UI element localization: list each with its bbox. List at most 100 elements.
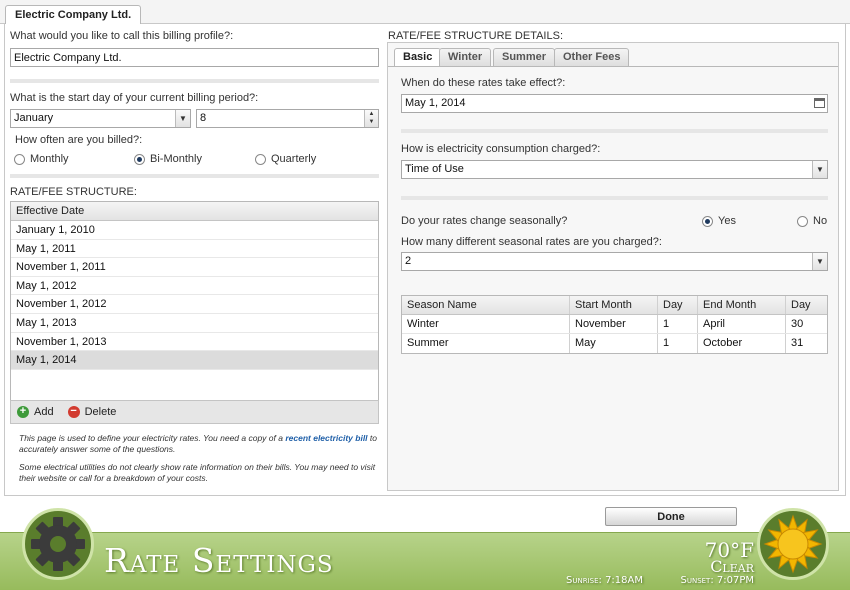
- table-cell: Summer: [402, 334, 570, 353]
- chevron-up-icon[interactable]: ▲: [365, 110, 378, 118]
- help-text: This page is used to define your electri…: [19, 433, 286, 443]
- chevron-down-icon[interactable]: ▼: [812, 253, 827, 270]
- chevron-down-icon[interactable]: ▼: [365, 118, 378, 126]
- gear-badge: [22, 508, 94, 580]
- start-day-label: What is the start day of your current bi…: [10, 92, 259, 104]
- sunrise-time: Sunrise: 7:18AM: [566, 575, 643, 586]
- list-item[interactable]: November 1, 2013: [11, 333, 378, 352]
- list-header[interactable]: Effective Date: [11, 202, 378, 221]
- list-item[interactable]: November 1, 2011: [11, 258, 378, 277]
- delete-icon: −: [67, 406, 80, 418]
- gear-icon: [31, 517, 85, 571]
- tab-underline: [388, 66, 838, 67]
- radio-label: No: [813, 215, 828, 227]
- radio-label: Bi-Monthly: [150, 153, 202, 165]
- page-title: Rate Settings: [104, 541, 334, 580]
- separator: [10, 79, 379, 83]
- radio-label: Monthly: [30, 153, 69, 165]
- column-header[interactable]: Day: [786, 296, 827, 314]
- table-cell: Winter: [402, 315, 570, 333]
- add-button[interactable]: + Add: [17, 406, 54, 418]
- stepper-buttons[interactable]: ▲ ▼: [364, 110, 378, 127]
- table-cell: 31: [791, 337, 804, 349]
- effective-date-list[interactable]: Effective Date January 1, 2010 May 1, 201…: [10, 201, 379, 423]
- main-panel: What would you like to call this billing…: [4, 24, 846, 496]
- billing-frequency-label: How often are you billed?:: [15, 134, 143, 146]
- done-button[interactable]: Done: [605, 507, 737, 526]
- effect-date-input[interactable]: May 1, 2014: [401, 94, 828, 113]
- consumption-value: Time of Use: [405, 163, 464, 175]
- list-toolbar: + Add − Delete: [10, 400, 379, 424]
- tab-basic[interactable]: Basic: [394, 48, 442, 67]
- delete-button[interactable]: − Delete: [67, 406, 117, 418]
- profile-name-label: What would you like to call this billing…: [10, 30, 234, 42]
- consumption-select[interactable]: Time of Use ▼: [401, 160, 828, 179]
- table-cell: May: [570, 334, 658, 353]
- column-header[interactable]: Season Name: [402, 296, 570, 314]
- effect-date-label: When do these rates take effect?:: [401, 77, 566, 89]
- radio-dot[interactable]: [14, 153, 25, 165]
- delete-label: Delete: [84, 406, 117, 418]
- tab-winter[interactable]: Winter: [439, 48, 492, 67]
- table-row[interactable]: Summer May 1 October 31: [402, 334, 827, 353]
- calendar-icon[interactable]: [814, 98, 825, 108]
- start-month-select[interactable]: January ▼: [10, 109, 191, 128]
- table-cell: October: [698, 334, 786, 353]
- list-item[interactable]: May 1, 2011: [11, 240, 378, 259]
- tab-summer[interactable]: Summer: [493, 48, 556, 67]
- chevron-down-icon[interactable]: ▼: [812, 161, 827, 178]
- table-header-row: Season Name Start Month Day End Month Da…: [402, 296, 827, 315]
- seasonal-count-value: 2: [405, 255, 412, 267]
- chevron-down-icon[interactable]: ▼: [175, 110, 190, 127]
- list-body: January 1, 2010 May 1, 2011 November 1, 20…: [11, 221, 378, 370]
- list-item[interactable]: January 1, 2010: [11, 221, 378, 240]
- radio-quarterly[interactable]: Quarterly: [255, 153, 316, 165]
- help-note: This page is used to define your electri…: [19, 433, 377, 454]
- radio-dot[interactable]: [797, 215, 808, 227]
- seasonal-label: Do your rates change seasonally?: [401, 215, 568, 227]
- radio-monthly[interactable]: Monthly: [14, 153, 69, 165]
- radio-dot[interactable]: [702, 215, 713, 227]
- recent-bill-link[interactable]: recent electricity bill: [285, 433, 367, 443]
- help-note-2: Some electrical utilities do not clearly…: [19, 462, 376, 483]
- radio-seasonal-yes[interactable]: Yes: [702, 215, 736, 227]
- list-item[interactable]: May 1, 2014: [11, 351, 378, 370]
- column-header[interactable]: Day: [658, 296, 698, 314]
- add-icon: +: [17, 406, 29, 418]
- rate-structure-heading: RATE/FEE STRUCTURE:: [10, 186, 137, 198]
- column-header[interactable]: End Month: [698, 296, 786, 314]
- start-month-value: January: [14, 112, 54, 124]
- radio-dot[interactable]: [255, 153, 266, 165]
- start-day-value: 8: [200, 112, 207, 124]
- consumption-label: How is electricity consumption charged?:: [401, 143, 601, 155]
- radio-bi-monthly[interactable]: Bi-Monthly: [134, 153, 202, 165]
- sun-icon: [763, 514, 823, 574]
- tab-billing-profile[interactable]: Electric Company Ltd.: [5, 5, 142, 25]
- table-cell: 30: [791, 318, 804, 330]
- add-label: Add: [34, 406, 54, 418]
- table-cell: 1: [658, 334, 698, 353]
- radio-dot[interactable]: [134, 153, 145, 165]
- start-day-stepper[interactable]: 8 ▲ ▼: [196, 109, 379, 128]
- list-item[interactable]: May 1, 2013: [11, 314, 378, 333]
- radio-label: Yes: [718, 215, 736, 227]
- tab-strip: Electric Company Ltd.: [0, 0, 850, 25]
- radio-seasonal-no[interactable]: No: [797, 215, 827, 227]
- rate-details-box: Basic Winter Summer Other Fees When do t…: [387, 42, 839, 491]
- separator: [10, 174, 379, 178]
- table-cell: 1: [658, 315, 698, 333]
- profile-name-input[interactable]: [10, 48, 379, 67]
- table-row[interactable]: Winter November 1 April 30: [402, 315, 827, 334]
- table-cell: November: [570, 315, 658, 333]
- separator: [401, 196, 828, 200]
- rate-details-heading: RATE/FEE STRUCTURE DETAILS:: [388, 30, 564, 42]
- table-cell: April: [698, 315, 786, 333]
- seasonal-count-select[interactable]: 2 ▼: [401, 252, 828, 271]
- column-header[interactable]: Start Month: [570, 296, 658, 314]
- list-item[interactable]: November 1, 2012: [11, 295, 378, 314]
- tab-other-fees[interactable]: Other Fees: [554, 48, 630, 67]
- list-item[interactable]: May 1, 2012: [11, 277, 378, 296]
- sunset-time: Sunset: 7:07PM: [680, 575, 754, 586]
- weather-badge: [757, 508, 829, 580]
- seasonal-count-label: How many different seasonal rates are yo…: [401, 236, 662, 248]
